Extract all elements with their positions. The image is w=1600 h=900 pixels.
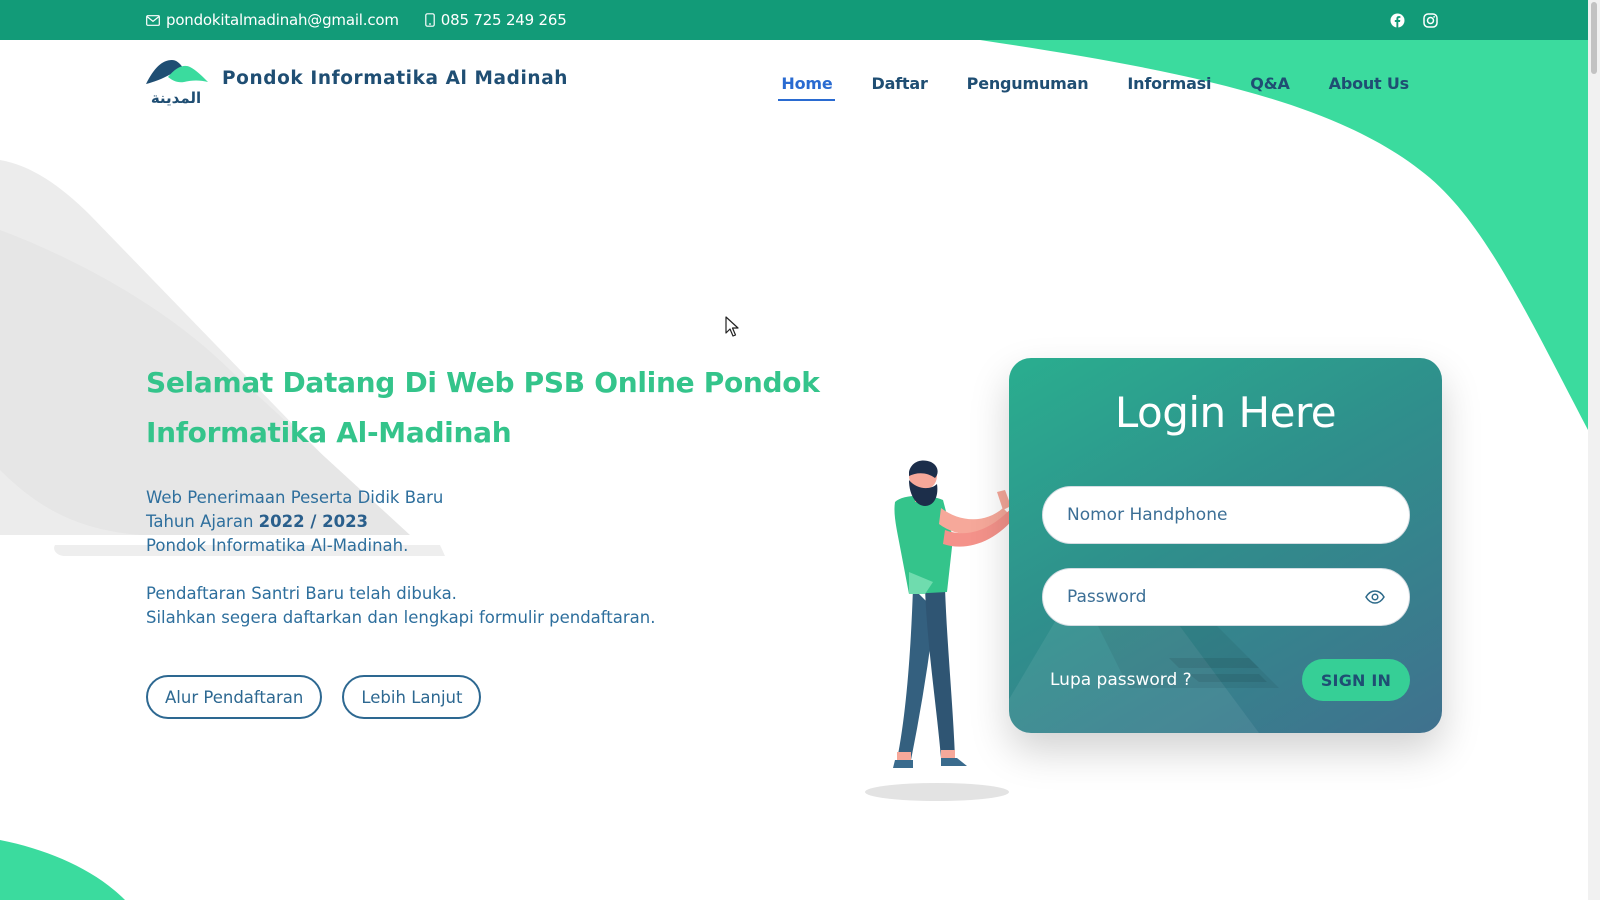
site-logo[interactable]: المدينة Pondok Informatika Al Madinah: [146, 58, 568, 106]
social-links: [1372, 0, 1438, 40]
contact-info: pondokitalmadinah@gmail.com 085 725 249 …: [146, 0, 567, 40]
hero-section: Selamat Datang Di Web PSB Online Pondok …: [146, 358, 826, 719]
nav-qa[interactable]: Q&A: [1247, 72, 1292, 101]
phone-icon: [424, 13, 435, 27]
page-scrollbar[interactable]: [1588, 0, 1600, 900]
nav-pengumuman[interactable]: Pengumuman: [964, 72, 1092, 101]
sign-in-button[interactable]: SIGN IN: [1302, 659, 1410, 701]
eye-icon[interactable]: [1365, 590, 1385, 604]
hero-title: Selamat Datang Di Web PSB Online Pondok …: [146, 358, 826, 458]
facebook-icon[interactable]: [1390, 13, 1405, 28]
nav-daftar[interactable]: Daftar: [868, 72, 930, 101]
nav-about-us[interactable]: About Us: [1326, 72, 1412, 101]
top-bar: pondokitalmadinah@gmail.com 085 725 249 …: [0, 0, 1588, 40]
email-text: pondokitalmadinah@gmail.com: [166, 11, 399, 29]
hero-line1: Web Penerimaan Peserta Didik Baru: [146, 488, 444, 507]
phone-contact[interactable]: 085 725 249 265: [424, 11, 567, 29]
main-nav: Home Daftar Pengumuman Informasi Q&A Abo…: [745, 72, 1412, 101]
instagram-icon[interactable]: [1423, 12, 1438, 28]
logo-arabic-text: المدينة: [151, 89, 201, 106]
phone-number-input[interactable]: Nomor Handphone: [1042, 486, 1410, 544]
hero-line4: Pendaftaran Santri Baru telah dibuka.: [146, 584, 457, 603]
hero-title-line2: Informatika Al-Madinah: [146, 416, 512, 449]
hero-line2-prefix: Tahun Ajaran: [146, 512, 254, 531]
mail-icon: [146, 14, 160, 26]
alur-pendaftaran-button[interactable]: Alur Pendaftaran: [146, 675, 323, 719]
login-title: Login Here: [1114, 388, 1337, 437]
password-placeholder: Password: [1067, 587, 1147, 607]
hero-line5: Silahkan segera daftarkan dan lengkapi f…: [146, 608, 656, 627]
hero-line3: Pondok Informatika Al-Madinah.: [146, 536, 409, 555]
site-title: Pondok Informatika Al Madinah: [222, 67, 569, 89]
password-input[interactable]: Password: [1042, 568, 1410, 626]
hero-academic-year: 2022 / 2023: [258, 512, 369, 531]
hero-buttons: Alur Pendaftaran Lebih Lanjut: [146, 675, 826, 719]
nav-informasi[interactable]: Informasi: [1124, 72, 1214, 101]
nav-home[interactable]: Home: [778, 72, 836, 101]
logo-mark: المدينة: [146, 60, 208, 106]
hero-description: Web Penerimaan Peserta Didik Baru Tahun …: [146, 486, 826, 630]
forgot-password-link[interactable]: Lupa password ?: [1050, 670, 1192, 690]
mouse-cursor-icon: [725, 316, 739, 337]
email-contact[interactable]: pondokitalmadinah@gmail.com: [146, 11, 399, 29]
phone-number-placeholder: Nomor Handphone: [1067, 505, 1228, 525]
phone-text: 085 725 249 265: [440, 11, 567, 29]
lebih-lanjut-button[interactable]: Lebih Lanjut: [342, 675, 482, 719]
hero-line2: Tahun Ajaran 2022 / 2023: [146, 510, 826, 534]
login-card: Login Here Nomor Handphone Password Lupa…: [1009, 358, 1442, 733]
scrollbar-thumb[interactable]: [1591, 2, 1597, 74]
hero-title-line1: Selamat Datang Di Web PSB Online Pondok: [146, 366, 820, 399]
